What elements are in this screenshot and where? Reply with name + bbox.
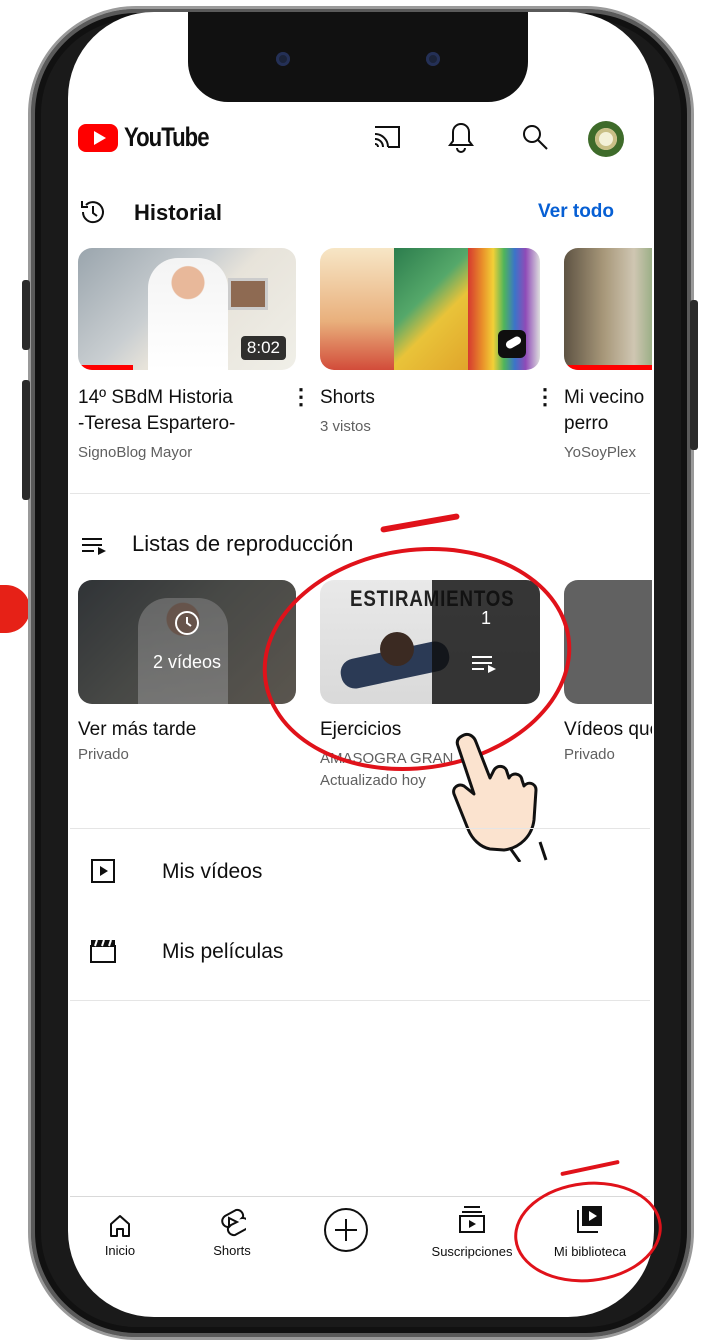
- decorative-red-tab: [0, 585, 30, 633]
- shorts-frame: [320, 248, 394, 370]
- shorts-frame: [394, 248, 468, 370]
- video-channel: SignoBlog Mayor: [78, 444, 193, 461]
- playlist-updated: Actualizado hoy: [320, 772, 426, 789]
- thumbnail-overlay: [78, 580, 296, 704]
- thumbnail-frame: [228, 278, 268, 310]
- playlist-thumbnail[interactable]: 2 vídeos: [78, 580, 296, 704]
- video-thumbnail[interactable]: [564, 248, 652, 370]
- youtube-logo[interactable]: YouTube: [78, 122, 227, 153]
- shorts-thumbnail[interactable]: [320, 248, 540, 370]
- playlists-title: Listas de reproducción: [132, 531, 354, 556]
- camera-dot: [276, 52, 290, 66]
- duration-badge: 8:02: [240, 336, 286, 360]
- watch-progress: [564, 365, 652, 370]
- cast-icon[interactable]: [370, 120, 404, 154]
- video-subtitle: 3 vistos: [320, 418, 371, 435]
- video-channel: YoSoyPlex: [564, 444, 636, 461]
- my-videos-row[interactable]: Mis vídeos: [162, 860, 262, 884]
- app-name: YouTube: [124, 122, 210, 152]
- create-plus-icon[interactable]: [324, 1208, 368, 1252]
- shorts-icon: [218, 1206, 250, 1243]
- avatar-image: [595, 128, 617, 150]
- more-options-icon[interactable]: ⋮: [534, 384, 556, 410]
- nav-label: Shorts: [213, 1243, 251, 1258]
- video-title: Mi vecino: [564, 387, 645, 408]
- clock-icon: [174, 610, 200, 636]
- pointing-hand-icon: [440, 722, 580, 863]
- section-divider: [70, 1000, 650, 1001]
- see-all-link[interactable]: Ver todo: [538, 201, 614, 223]
- more-options-icon[interactable]: ⋮: [290, 384, 312, 410]
- nav-label: Suscripciones: [431, 1244, 513, 1259]
- video-title-line2[interactable]: -Teresa Espartero-: [78, 412, 235, 436]
- nav-item-subscriptions[interactable]: Suscripciones: [420, 1200, 524, 1264]
- phone-notch: [188, 12, 528, 102]
- playlist-privacy: Privado: [78, 746, 129, 763]
- history-icon: [78, 197, 108, 227]
- bell-icon[interactable]: [444, 120, 478, 154]
- camera-dot: [426, 52, 440, 66]
- nav-item-shorts[interactable]: Shorts: [202, 1200, 262, 1264]
- video-title-clip[interactable]: Mi vecino perro YoSoyPlex: [564, 386, 652, 461]
- phone-side-button: [22, 280, 30, 350]
- section-divider: [70, 493, 650, 494]
- section-divider: [70, 828, 650, 829]
- video-title[interactable]: 14º SBdM Historia: [78, 386, 233, 410]
- phone-side-button: [22, 380, 30, 500]
- youtube-play-icon: [78, 123, 118, 152]
- my-movies-row[interactable]: Mis películas: [162, 940, 283, 964]
- home-icon: [108, 1213, 132, 1244]
- playlist-thumbnail[interactable]: [564, 580, 652, 704]
- avatar[interactable]: [588, 121, 624, 157]
- video-thumbnail[interactable]: 8:02: [78, 248, 296, 370]
- clapperboard-icon: [88, 937, 118, 965]
- subscriptions-icon: [458, 1204, 486, 1239]
- playlist-icon: [80, 534, 110, 556]
- phone-side-button: [690, 300, 698, 450]
- play-box-icon: [90, 858, 116, 884]
- video-title-line2: perro: [564, 413, 609, 434]
- nav-label: Inicio: [104, 1243, 136, 1258]
- video-title[interactable]: Shorts: [320, 386, 375, 410]
- thumbnail-image: [564, 248, 652, 370]
- playlist-title[interactable]: Ver más tarde: [78, 718, 196, 742]
- thumbnail-person: [148, 258, 228, 370]
- search-icon[interactable]: [518, 120, 552, 154]
- watch-progress: [78, 365, 133, 370]
- nav-item-home[interactable]: Inicio: [90, 1205, 150, 1265]
- shorts-icon: [498, 330, 526, 358]
- history-title: Historial: [134, 200, 223, 225]
